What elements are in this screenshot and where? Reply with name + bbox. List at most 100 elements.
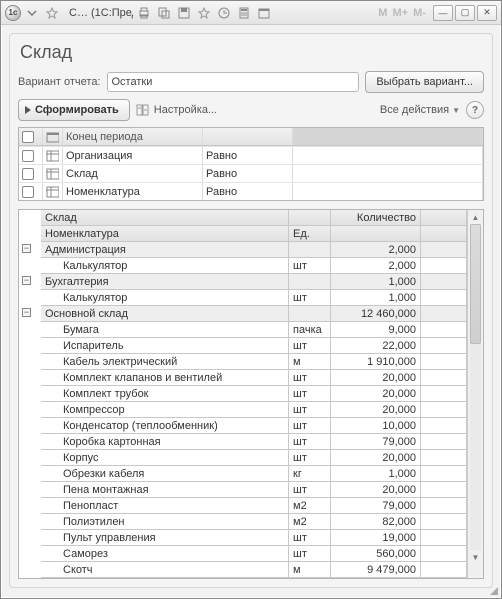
history-icon[interactable] (215, 4, 233, 22)
item-qty: 79,000 (331, 434, 421, 450)
settings-icon[interactable] (136, 103, 150, 117)
item-name: Комплект трубок (41, 386, 289, 402)
favorite-icon[interactable] (43, 4, 61, 22)
item-name: Пенопласт (41, 498, 289, 514)
table-icon (46, 167, 59, 181)
item-qty: 20,000 (331, 386, 421, 402)
report-area: − − − Склад Количество Номенклатура Ед. … (18, 209, 484, 579)
filter-checkbox[interactable] (22, 168, 34, 180)
copy-icon[interactable] (155, 4, 173, 22)
report-leaf-row[interactable]: Испарительшт22,000 (41, 338, 467, 354)
report-leaf-row[interactable]: Корпусшт20,000 (41, 450, 467, 466)
report-leaf-row[interactable]: Пульт управленияшт19,000 (41, 530, 467, 546)
form-button[interactable]: Сформировать (18, 99, 130, 121)
collapse-toggle[interactable]: − (22, 308, 31, 317)
report-leaf-row[interactable]: Конденсатор (теплообменник)шт10,000 (41, 418, 467, 434)
memory-buttons[interactable]: M M+ M- (377, 7, 427, 19)
window-title: С… (1С:Предп.. (63, 7, 133, 19)
report-leaf-row[interactable]: Саморезшт560,000 (41, 546, 467, 562)
filter-checkbox[interactable] (22, 186, 34, 198)
filter-header-checkbox[interactable] (22, 131, 34, 143)
dropdown-icon[interactable] (23, 4, 41, 22)
report-leaf-row[interactable]: Скотчм9 479,000 (41, 562, 467, 578)
calc-icon[interactable] (235, 4, 253, 22)
item-qty: 22,000 (331, 338, 421, 354)
report-leaf-row[interactable]: Коробка картоннаяшт79,000 (41, 434, 467, 450)
save-icon[interactable] (175, 4, 193, 22)
item-qty: 9,000 (331, 322, 421, 338)
print-icon[interactable] (135, 4, 153, 22)
item-qty: 12 460,000 (331, 306, 421, 322)
report-leaf-row[interactable]: Калькуляторшт1,000 (41, 290, 467, 306)
close-button[interactable]: ✕ (477, 5, 497, 21)
help-button[interactable]: ? (466, 101, 484, 119)
item-unit: м (289, 562, 331, 578)
filter-value[interactable] (293, 165, 483, 182)
item-qty: 1,000 (331, 290, 421, 306)
item-unit: шт (289, 530, 331, 546)
report-header-row-2: Номенклатура Ед. (41, 226, 467, 242)
settings-link[interactable]: Настройка... (154, 104, 217, 116)
report-leaf-row[interactable]: Полиэтиленм282,000 (41, 514, 467, 530)
collapse-toggle[interactable]: − (22, 276, 31, 285)
item-unit: шт (289, 370, 331, 386)
variant-field[interactable]: Остатки (107, 72, 360, 92)
filter-name: Организация (63, 147, 203, 164)
report-group-row[interactable]: Бухгалтерия 1,000 (41, 274, 467, 290)
filter-op: Равно (203, 147, 293, 164)
report-leaf-row[interactable]: Комплект клапанов и вентилейшт20,000 (41, 370, 467, 386)
item-name: Испаритель (41, 338, 289, 354)
item-name: Бухгалтерия (41, 274, 289, 290)
filter-value[interactable] (293, 183, 483, 200)
favorite2-icon[interactable] (195, 4, 213, 22)
report-leaf-row[interactable]: Кабель электрическийм1 910,000 (41, 354, 467, 370)
table-icon (46, 185, 59, 199)
item-unit: шт (289, 386, 331, 402)
filter-row[interactable]: НоменклатураРавно (19, 182, 483, 200)
vertical-scrollbar[interactable]: ▲▼ (467, 210, 483, 578)
filter-checkbox[interactable] (22, 150, 34, 162)
report-leaf-row[interactable]: Компрессоршт20,000 (41, 402, 467, 418)
item-qty: 1,000 (331, 274, 421, 290)
item-qty: 1 910,000 (331, 354, 421, 370)
resize-grip-icon[interactable] (488, 585, 498, 595)
item-name: Коробка картонная (41, 434, 289, 450)
app-window: 1c С… (1С:Предп.. M M (0, 0, 502, 599)
report-group-row[interactable]: Администрация2,000 (41, 242, 467, 258)
item-qty: 9 479,000 (331, 562, 421, 578)
report-leaf-row[interactable]: Комплект трубокшт20,000 (41, 386, 467, 402)
calendar-icon[interactable] (255, 4, 273, 22)
report-leaf-row[interactable]: Пенопластм279,000 (41, 498, 467, 514)
item-unit: шт (289, 482, 331, 498)
filter-name: Склад (63, 165, 203, 182)
report-leaf-row[interactable]: Калькуляторшт2,000 (41, 258, 467, 274)
item-name: Скотч (41, 562, 289, 578)
all-actions-button[interactable]: Все действия (380, 104, 449, 116)
item-qty: 20,000 (331, 370, 421, 386)
item-unit: шт (289, 402, 331, 418)
filter-row[interactable]: СкладРавно (19, 164, 483, 182)
report-group-row[interactable]: Основной склад12 460,000 (41, 306, 467, 322)
maximize-button[interactable]: ▢ (455, 5, 475, 21)
item-name: Калькулятор (41, 258, 289, 274)
play-icon (25, 106, 31, 114)
item-name: Администрация (41, 242, 289, 258)
collapse-toggle[interactable]: − (22, 244, 31, 253)
report-leaf-row[interactable]: Обрезки кабелякг1,000 (41, 466, 467, 482)
select-variant-button[interactable]: Выбрать вариант... (365, 71, 484, 93)
item-unit (289, 274, 331, 290)
filter-value[interactable] (293, 147, 483, 164)
item-qty: 20,000 (331, 402, 421, 418)
report-leaf-row[interactable]: Бумагапачка9,000 (41, 322, 467, 338)
item-name: Полиэтилен (41, 514, 289, 530)
filter-row[interactable]: ОрганизацияРавно (19, 146, 483, 164)
filter-op: Равно (203, 183, 293, 200)
minimize-button[interactable]: — (433, 5, 453, 21)
item-name: Кабель электрический (41, 354, 289, 370)
item-name: Конденсатор (теплообменник) (41, 418, 289, 434)
page-title: Склад (20, 42, 484, 63)
filter-table: Конец периода ОрганизацияРавноСкладРавно… (18, 127, 484, 201)
report-leaf-row[interactable]: Пена монтажнаяшт20,000 (41, 482, 467, 498)
item-name: Пульт управления (41, 530, 289, 546)
item-name: Комплект клапанов и вентилей (41, 370, 289, 386)
